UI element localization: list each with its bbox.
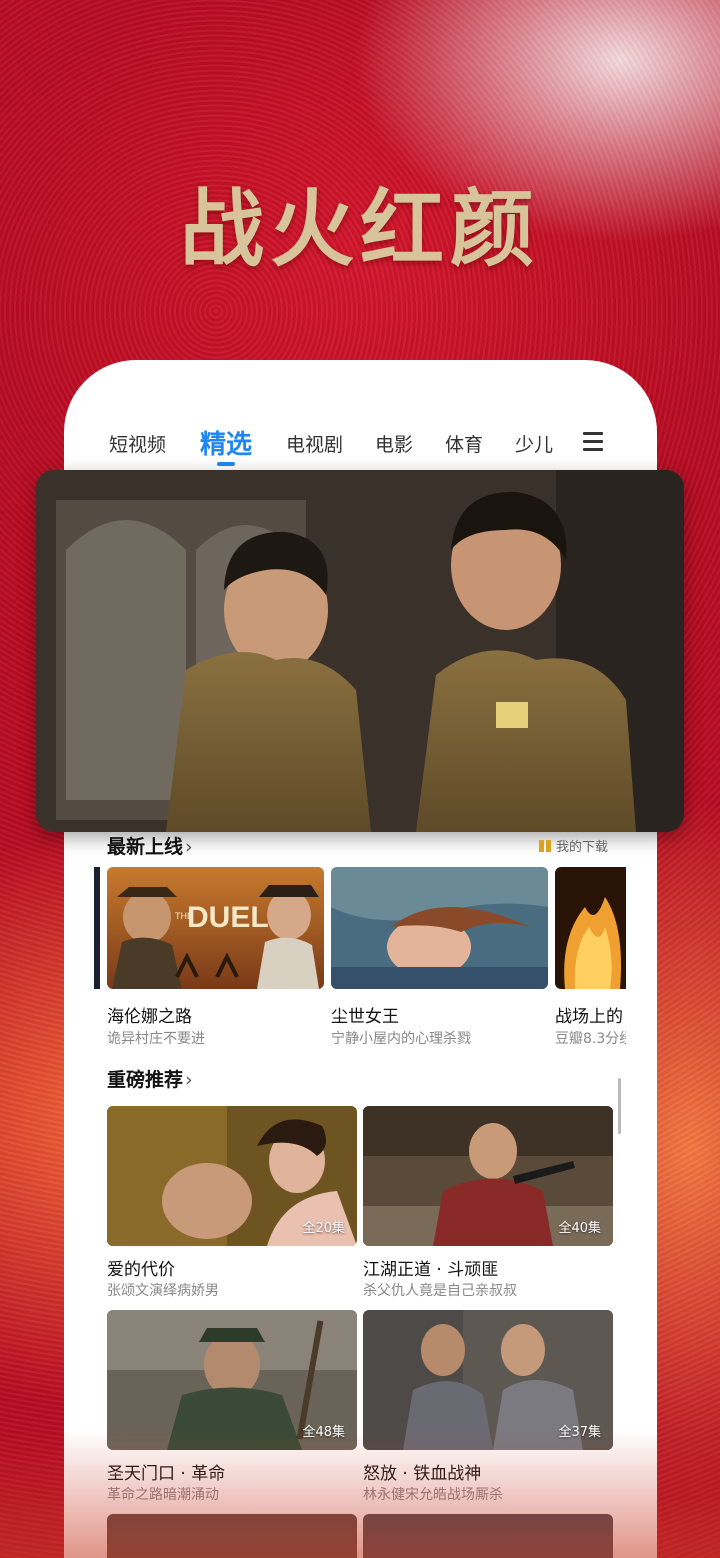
tab-tv-series[interactable]: 电视剧 bbox=[286, 430, 343, 457]
partial-card-left bbox=[94, 867, 100, 989]
featured-card-4-title[interactable]: 怒放 · 铁血战神 bbox=[363, 1459, 613, 1484]
latest-card-3-poster[interactable] bbox=[555, 867, 626, 989]
featured-card-6-poster[interactable] bbox=[363, 1514, 613, 1558]
featured-section-title[interactable]: 重磅推荐 › bbox=[107, 1065, 193, 1092]
featured-card-4-poster[interactable]: 全37集 bbox=[363, 1310, 613, 1450]
featured-title-text: 重磅推荐 bbox=[107, 1069, 184, 1091]
featured-card-2-poster[interactable]: 全40集 bbox=[363, 1106, 613, 1246]
episode-count-badge: 全20集 bbox=[302, 1221, 345, 1236]
latest-card-1-title[interactable]: 海伦娜之路 bbox=[107, 1002, 324, 1027]
featured-card-3-title[interactable]: 圣天门口 · 革命 bbox=[107, 1459, 357, 1484]
promo-headline: 战火红颜 bbox=[179, 179, 540, 278]
tab-sports[interactable]: 体育 bbox=[445, 430, 483, 457]
active-tab-underline bbox=[217, 462, 235, 466]
latest-card-2-subtitle: 宁静小屋内的心理杀戮 bbox=[331, 1031, 471, 1047]
chevron-right-icon: › bbox=[185, 836, 193, 858]
latest-card-3-subtitle: 豆瓣8.3分经 bbox=[555, 1031, 626, 1047]
featured-card-4-subtitle: 林永健宋允皓战场厮杀 bbox=[363, 1487, 503, 1503]
episode-count-badge: 全48集 bbox=[302, 1425, 345, 1440]
featured-card-1-title[interactable]: 爱的代价 bbox=[107, 1255, 357, 1280]
scrollbar[interactable] bbox=[618, 1078, 621, 1134]
latest-card-2-poster[interactable] bbox=[331, 867, 548, 989]
my-downloads-link[interactable]: 我的下载 bbox=[538, 836, 608, 855]
tab-featured[interactable]: 精选 bbox=[200, 424, 252, 461]
featured-card-3-subtitle: 革命之路暗潮涌动 bbox=[107, 1487, 219, 1503]
latest-card-2-title[interactable]: 尘世女王 bbox=[331, 1002, 548, 1027]
featured-card-2-title[interactable]: 江湖正道 · 斗顽匪 bbox=[363, 1255, 613, 1280]
hero-still-image bbox=[36, 470, 684, 832]
category-tabs: 短视频 精选 电视剧 电影 体育 少儿 bbox=[64, 430, 657, 470]
featured-card-5-poster[interactable] bbox=[107, 1514, 357, 1558]
featured-card-1-subtitle: 张颂文演绎病娇男 bbox=[107, 1283, 219, 1299]
latest-card-1-subtitle: 诡异村庄不要进 bbox=[107, 1031, 205, 1047]
episode-count-badge: 全40集 bbox=[558, 1221, 601, 1236]
chevron-right-icon: › bbox=[185, 1069, 193, 1091]
latest-title-text: 最新上线 bbox=[107, 836, 184, 858]
featured-card-1-poster[interactable]: 全20集 bbox=[107, 1106, 357, 1246]
tab-short-video[interactable]: 短视频 bbox=[109, 430, 166, 457]
featured-card-2-subtitle: 杀父仇人竟是自己亲叔叔 bbox=[363, 1283, 517, 1299]
menu-icon[interactable] bbox=[583, 432, 603, 452]
download-label: 我的下载 bbox=[556, 840, 609, 855]
latest-card-1-poster[interactable]: THE DUEL bbox=[107, 867, 324, 989]
episode-count-badge: 全37集 bbox=[558, 1425, 601, 1440]
tab-kids[interactable]: 少儿 bbox=[515, 430, 553, 457]
featured-card-3-poster[interactable]: 全48集 bbox=[107, 1310, 357, 1450]
latest-section-title[interactable]: 最新上线 › bbox=[107, 832, 193, 859]
poster-title-text: DUEL bbox=[187, 901, 269, 934]
hero-banner[interactable] bbox=[36, 470, 684, 832]
tab-movies[interactable]: 电影 bbox=[375, 430, 413, 457]
download-icon bbox=[539, 840, 551, 852]
latest-card-3-title[interactable]: 战场上的 bbox=[555, 1002, 626, 1027]
